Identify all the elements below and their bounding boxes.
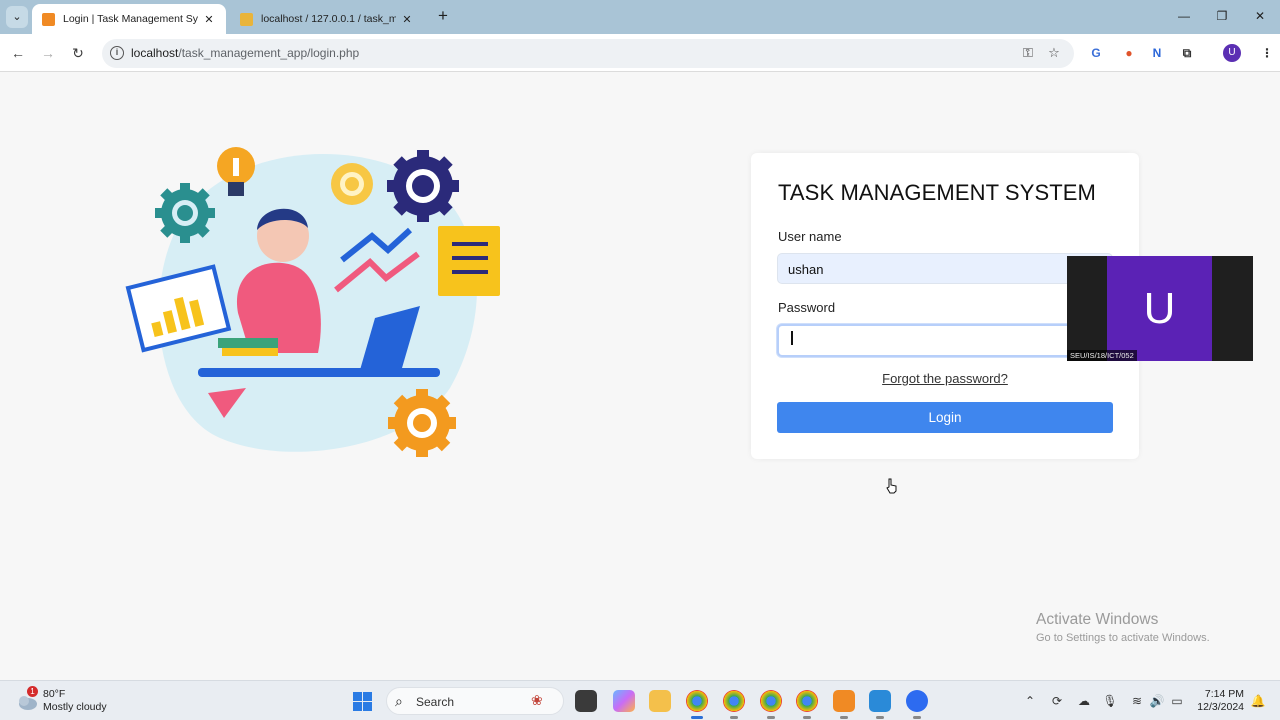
hand-cursor-icon (886, 478, 897, 494)
site-info-icon[interactable]: i (110, 46, 124, 60)
microphone-icon[interactable]: 🎙 (1102, 693, 1118, 709)
password-key-icon[interactable]: ⚿ (1019, 45, 1037, 63)
wifi-icon[interactable]: ≋ (1129, 693, 1145, 709)
vscode-icon[interactable] (869, 690, 891, 719)
tab-login[interactable]: Login | Task Management Syste ✕ (32, 4, 226, 34)
tab-search-chevron-icon[interactable]: ⌄ (6, 6, 28, 28)
windows-taskbar: 1 80°F Mostly cloudy ⌕ Search ❀ ⌃ ⟳ ☁ 🎙 … (0, 680, 1280, 720)
back-icon[interactable]: ← (7, 42, 29, 64)
n-extension-icon[interactable]: N (1147, 43, 1167, 63)
cloud-icon[interactable]: ☁ (1076, 693, 1092, 709)
browser-tab-bar: ⌄ Login | Task Management Syste ✕ localh… (0, 0, 1280, 34)
watermark-subtitle: Go to Settings to activate Windows. (1036, 632, 1210, 644)
chrome-icon[interactable] (723, 690, 745, 719)
clock-date: 12/3/2024 (1197, 701, 1244, 713)
phpmyadmin-favicon-icon (240, 12, 253, 26)
taskbar-search[interactable]: ⌕ Search ❀ (386, 687, 564, 715)
copilot-icon[interactable] (613, 690, 635, 712)
close-tab-icon[interactable]: ✕ (202, 13, 216, 26)
gear-icon (387, 150, 459, 222)
address-bar[interactable]: i localhost/task_management_app/login.ph… (102, 39, 1074, 68)
notification-bell-icon[interactable]: 🔔 (1250, 693, 1266, 709)
url-text: localhost/task_management_app/login.php (131, 46, 360, 60)
profile-avatar[interactable]: U (1223, 44, 1241, 62)
task-illustration (125, 147, 500, 457)
tab-phpmyadmin[interactable]: localhost / 127.0.0.1 / task_man ✕ (230, 4, 424, 34)
tab-title: Login | Task Management Syste (63, 13, 198, 25)
text-caret (791, 331, 793, 345)
password-field[interactable] (777, 324, 1113, 357)
activate-windows-watermark: Activate Windows Go to Settings to activ… (1036, 611, 1210, 644)
checklist-note-icon (438, 226, 500, 296)
chrome-icon[interactable] (760, 690, 782, 719)
gear-icon (155, 183, 215, 243)
xampp-favicon-icon (42, 12, 55, 26)
forward-icon[interactable]: → (37, 42, 59, 64)
taskbar-clock[interactable]: 7:14 PM 12/3/2024 (1196, 688, 1244, 714)
xampp-icon[interactable] (833, 690, 855, 719)
chrome-icon[interactable] (796, 690, 818, 719)
weather-widget[interactable]: 80°F Mostly cloudy (43, 688, 107, 714)
weather-desc: Mostly cloudy (43, 701, 107, 713)
search-label: Search (416, 695, 455, 709)
extensions-puzzle-icon[interactable]: ⧉ (1177, 43, 1197, 63)
participant-name: SEU/IS/18/ICT/052 (1067, 350, 1137, 361)
reload-icon[interactable]: ↻ (67, 42, 89, 64)
sync-icon[interactable]: ⟳ (1049, 693, 1065, 709)
chrome-profile-u-icon[interactable] (686, 690, 708, 719)
zoom-icon[interactable] (906, 690, 928, 719)
close-window-icon[interactable]: ✕ (1242, 4, 1278, 28)
weather-badge: 1 (27, 686, 38, 697)
search-highlight-icon: ❀ (531, 692, 543, 708)
new-tab-button[interactable]: + (432, 6, 454, 28)
battery-icon[interactable]: ▭ (1169, 693, 1185, 709)
forgot-password-link[interactable]: Forgot the password? (751, 371, 1139, 386)
extension-icon[interactable]: ● (1119, 43, 1139, 63)
file-explorer-icon[interactable] (649, 690, 671, 712)
gear-icon (331, 163, 373, 205)
meeting-video-overlay[interactable]: U SEU/IS/18/ICT/052 (1067, 256, 1253, 361)
gear-icon (388, 389, 456, 457)
tab-title: localhost / 127.0.0.1 / task_man (261, 13, 396, 25)
search-icon: ⌕ (395, 693, 403, 709)
translate-extension-icon[interactable]: G (1086, 43, 1106, 63)
browser-toolbar: ← → ↻ i localhost/task_management_app/lo… (0, 34, 1280, 72)
page-title: TASK MANAGEMENT SYSTEM (778, 180, 1096, 205)
watermark-title: Activate Windows (1036, 611, 1159, 628)
chevron-up-icon[interactable]: ⌃ (1022, 693, 1038, 709)
menu-kebab-icon[interactable]: ⋮ (1257, 43, 1277, 63)
task-view-icon[interactable] (575, 690, 597, 712)
close-tab-icon[interactable]: ✕ (400, 13, 414, 26)
weather-temp: 80°F (43, 688, 66, 700)
username-label: User name (778, 229, 842, 244)
password-label: Password (778, 300, 836, 315)
username-field[interactable]: ushan (777, 253, 1113, 284)
login-button[interactable]: Login (777, 402, 1113, 433)
minimize-icon[interactable]: — (1166, 4, 1202, 28)
volume-icon[interactable]: 🔊 (1149, 693, 1165, 709)
bookmark-star-icon[interactable]: ☆ (1045, 45, 1063, 63)
restore-icon[interactable]: ❐ (1204, 4, 1240, 28)
participant-avatar: U (1107, 256, 1212, 361)
clock-time: 7:14 PM (1204, 688, 1244, 700)
windows-start-icon[interactable] (353, 692, 372, 711)
